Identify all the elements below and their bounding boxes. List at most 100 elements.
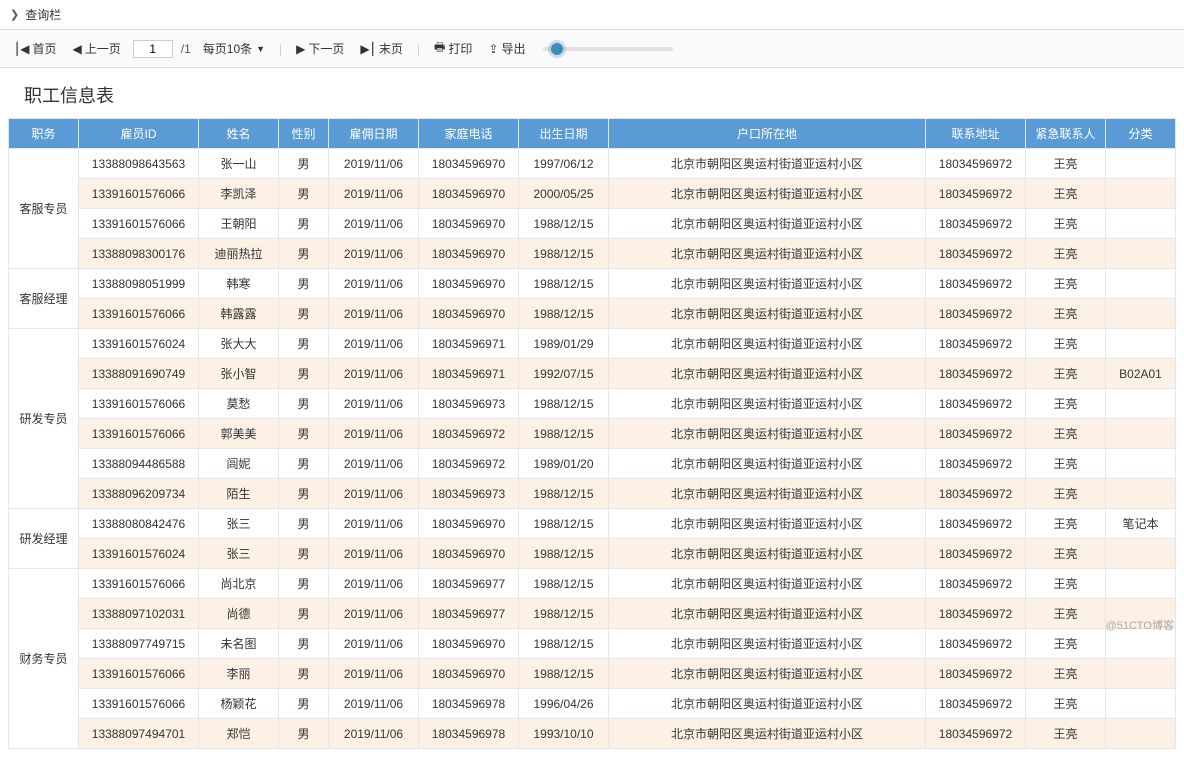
table-cell: 1988/12/15 — [519, 389, 609, 419]
table-cell: 2019/11/06 — [329, 449, 419, 479]
table-cell: 尚德 — [199, 599, 279, 629]
table-cell: 王亮 — [1026, 269, 1106, 299]
table-cell: 北京市朝阳区奥运村街道亚运村小区 — [609, 419, 926, 449]
table-cell: 2019/11/06 — [329, 389, 419, 419]
table-cell: 13388094486588 — [79, 449, 199, 479]
table-row[interactable]: 研发专员13391601576024张大大男2019/11/0618034596… — [9, 329, 1176, 359]
separator: | — [417, 42, 420, 56]
table-cell — [1106, 419, 1176, 449]
table-cell: 男 — [279, 689, 329, 719]
table-cell: 1988/12/15 — [519, 629, 609, 659]
table-row[interactable]: 财务专员13391601576066尚北京男2019/11/0618034596… — [9, 569, 1176, 599]
table-cell: 18034596970 — [419, 209, 519, 239]
table-cell: 北京市朝阳区奥运村街道亚运村小区 — [609, 569, 926, 599]
table-row[interactable]: 客服经理13388098051999韩寒男2019/11/06180345969… — [9, 269, 1176, 299]
table-cell: 1988/12/15 — [519, 659, 609, 689]
table-row[interactable]: 研发经理13388080842476张三男2019/11/06180345969… — [9, 509, 1176, 539]
table-cell: 北京市朝阳区奥运村街道亚运村小区 — [609, 599, 926, 629]
table-cell: 男 — [279, 419, 329, 449]
table-row[interactable]: 13391601576024张三男2019/11/061803459697019… — [9, 539, 1176, 569]
table-cell: 2019/11/06 — [329, 299, 419, 329]
table-cell: 1997/06/12 — [519, 149, 609, 179]
page-number-input[interactable] — [133, 40, 173, 58]
next-page-button[interactable]: ▶ 下一页 — [292, 38, 348, 59]
table-cell — [1106, 389, 1176, 419]
table-cell: 2019/11/06 — [329, 599, 419, 629]
table-cell: 张大大 — [199, 329, 279, 359]
table-cell: 男 — [279, 359, 329, 389]
table-row[interactable]: 13391601576066郭美美男2019/11/06180345969721… — [9, 419, 1176, 449]
table-cell: 18034596972 — [419, 419, 519, 449]
table-row[interactable]: 13391601576066李丽男2019/11/061803459697019… — [9, 659, 1176, 689]
table-row[interactable]: 13391601576066韩露露男2019/11/06180345969701… — [9, 299, 1176, 329]
table-cell: 王亮 — [1026, 569, 1106, 599]
table-cell — [1106, 539, 1176, 569]
table-cell: 北京市朝阳区奥运村街道亚运村小区 — [609, 329, 926, 359]
table-cell: 张小智 — [199, 359, 279, 389]
table-cell: 男 — [279, 449, 329, 479]
table-header-cell: 出生日期 — [519, 119, 609, 149]
table-cell: 男 — [279, 659, 329, 689]
table-cell: 13388080842476 — [79, 509, 199, 539]
table-row[interactable]: 13391601576066王朝阳男2019/11/06180345969701… — [9, 209, 1176, 239]
table-cell — [1106, 659, 1176, 689]
table-cell: 北京市朝阳区奥运村街道亚运村小区 — [609, 359, 926, 389]
table-cell: 王亮 — [1026, 359, 1106, 389]
table-cell: 北京市朝阳区奥运村街道亚运村小区 — [609, 659, 926, 689]
table-row[interactable]: 13388097749715未名图男2019/11/06180345969701… — [9, 629, 1176, 659]
table-cell: 13391601576066 — [79, 209, 199, 239]
table-cell — [1106, 179, 1176, 209]
table-cell: 男 — [279, 479, 329, 509]
table-row[interactable]: 客服专员13388098643563张一山男2019/11/0618034596… — [9, 149, 1176, 179]
table-cell: 北京市朝阳区奥运村街道亚运村小区 — [609, 299, 926, 329]
slider-knob[interactable] — [551, 43, 563, 55]
export-icon: ⇪ — [488, 42, 498, 56]
table-cell: 13391601576024 — [79, 329, 199, 359]
export-button[interactable]: ⇪ 导出 — [484, 38, 529, 59]
table-cell: 13388091690749 — [79, 359, 199, 389]
table-row[interactable]: 13388091690749张小智男2019/11/06180345969711… — [9, 359, 1176, 389]
table-row[interactable]: 13388097494701郑恺男2019/11/061803459697819… — [9, 719, 1176, 749]
table-cell: 18034596972 — [926, 539, 1026, 569]
first-page-icon: ⎮◀ — [14, 42, 29, 56]
table-cell: 郑恺 — [199, 719, 279, 749]
table-cell: 男 — [279, 299, 329, 329]
table-cell: 王亮 — [1026, 719, 1106, 749]
per-page-dropdown[interactable]: 每页10条 ▼ — [199, 38, 269, 59]
table-cell: 18034596973 — [419, 389, 519, 419]
last-page-label: 末页 — [379, 40, 403, 57]
chevron-right-icon: ❯ — [10, 8, 19, 21]
prev-page-button[interactable]: ◀ 上一页 — [69, 38, 125, 59]
query-bar[interactable]: ❯ 查询栏 — [0, 0, 1184, 30]
table-cell: 2019/11/06 — [329, 539, 419, 569]
table-cell: 男 — [279, 719, 329, 749]
last-page-button[interactable]: ▶⎮ 末页 — [356, 38, 407, 59]
table-cell: 18034596970 — [419, 509, 519, 539]
table-cell: 18034596972 — [926, 269, 1026, 299]
table-cell: 男 — [279, 509, 329, 539]
table-row[interactable]: 13388097102031尚德男2019/11/061803459697719… — [9, 599, 1176, 629]
table-row[interactable]: 13391601576066杨颖花男2019/11/06180345969781… — [9, 689, 1176, 719]
table-row[interactable]: 13388094486588闾妮男2019/11/061803459697219… — [9, 449, 1176, 479]
table-cell: 13388097749715 — [79, 629, 199, 659]
first-page-button[interactable]: ⎮◀ 首页 — [10, 38, 61, 59]
table-cell: 18034596973 — [419, 479, 519, 509]
table-cell: 王亮 — [1026, 689, 1106, 719]
table-cell: 13391601576066 — [79, 179, 199, 209]
table-row[interactable]: 13388096209734陌生男2019/11/061803459697319… — [9, 479, 1176, 509]
total-pages: /1 — [181, 42, 191, 56]
table-cell: 男 — [279, 599, 329, 629]
prev-page-label: 上一页 — [85, 40, 121, 57]
table-row[interactable]: 13391601576066李凯泽男2019/11/06180345969702… — [9, 179, 1176, 209]
table-cell: 北京市朝阳区奥运村街道亚运村小区 — [609, 509, 926, 539]
table-row[interactable]: 13391601576066莫愁男2019/11/061803459697319… — [9, 389, 1176, 419]
table-cell: 18034596972 — [926, 389, 1026, 419]
next-page-icon: ▶ — [296, 42, 305, 56]
print-button[interactable]: 🖶 打印 — [430, 36, 476, 61]
page-title: 职工信息表 — [0, 68, 1184, 118]
table-row[interactable]: 13388098300176迪丽热拉男2019/11/0618034596970… — [9, 239, 1176, 269]
zoom-slider[interactable] — [543, 47, 673, 51]
table-cell: 北京市朝阳区奥运村街道亚运村小区 — [609, 269, 926, 299]
table-cell: 2019/11/06 — [329, 269, 419, 299]
table-cell: 迪丽热拉 — [199, 239, 279, 269]
